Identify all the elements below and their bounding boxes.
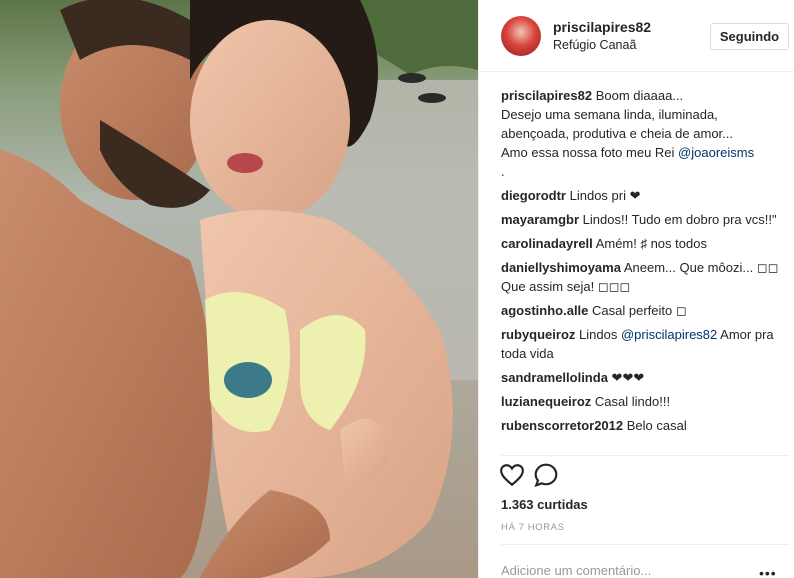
comment-username[interactable]: mayaramgbr xyxy=(501,212,579,227)
header-location[interactable]: Refúgio Canaã xyxy=(553,38,636,52)
comment-username[interactable]: daniellyshimoyama xyxy=(501,260,621,275)
caption-trailing: . xyxy=(501,164,505,179)
post-timestamp[interactable]: HÁ 7 HORAS xyxy=(501,522,565,533)
photo-illustration xyxy=(0,0,478,578)
comment-text: Casal lindo!!! xyxy=(594,394,671,409)
comment-item: rubenscorretor2012 Belo casal xyxy=(501,416,785,435)
comment-username[interactable]: rubenscorretor2012 xyxy=(501,418,623,433)
comment-input[interactable] xyxy=(501,561,751,578)
comment-item: luzianequeiroz Casal lindo!!! xyxy=(501,392,785,411)
like-count[interactable]: 1.363 curtidas xyxy=(501,497,588,512)
following-button[interactable]: Seguindo xyxy=(710,23,789,50)
caption-line: Boom diaaaa... xyxy=(595,88,684,103)
avatar[interactable] xyxy=(501,16,541,56)
comment-username[interactable]: luzianequeiroz xyxy=(501,394,591,409)
comment-username[interactable]: carolinadayrell xyxy=(501,236,593,251)
speech-bubble-icon[interactable] xyxy=(533,462,559,488)
comment-item: daniellyshimoyama Aneem... Que môozi... … xyxy=(501,258,785,296)
caption-line: abençoada, produtiva e cheia de amor... xyxy=(501,126,733,141)
caption-username[interactable]: priscilapires82 xyxy=(501,88,592,103)
post-sidebar: priscilapires82 Refúgio Canaã Seguindo p… xyxy=(478,0,794,578)
comment-item: diegorodtr Lindos pri ❤ xyxy=(501,186,785,205)
comment-text: Casal perfeito ◻ xyxy=(592,303,687,318)
comment-item: agostinho.alle Casal perfeito ◻ xyxy=(501,301,785,320)
comment-text: ❤❤❤ xyxy=(611,370,645,385)
comment-item: mayaramgbr Lindos!! Tudo em dobro pra vc… xyxy=(501,210,785,229)
comments-list: priscilapires82 Boom diaaaa... Desejo um… xyxy=(501,86,785,454)
caption-line: Desejo uma semana linda, iluminada, xyxy=(501,107,718,122)
comment-text: Lindos pri ❤ xyxy=(569,188,641,203)
post-header: priscilapires82 Refúgio Canaã Seguindo xyxy=(479,0,794,72)
comment-text: Lindos!! Tudo em dobro pra vcs!!" xyxy=(582,212,777,227)
comment-mention[interactable]: @priscilapires82 xyxy=(621,327,717,342)
comment-item: carolinadayrell Amém! ♯ nos todos xyxy=(501,234,785,253)
caption-line: Amo essa nossa foto meu Rei xyxy=(501,145,675,160)
caption-mention[interactable]: @joaoreisms xyxy=(678,145,754,160)
post-photo[interactable] xyxy=(0,0,478,578)
comment-username[interactable]: rubyqueiroz xyxy=(501,327,575,342)
divider xyxy=(501,544,789,545)
comment-username[interactable]: sandramellolinda xyxy=(501,370,608,385)
comment-text: Belo casal xyxy=(626,418,687,433)
caption: priscilapires82 Boom diaaaa... Desejo um… xyxy=(501,86,785,181)
comment-text: Lindos xyxy=(579,327,618,342)
comment-item: sandramellolinda ❤❤❤ xyxy=(501,368,785,387)
comment-username[interactable]: diegorodtr xyxy=(501,188,566,203)
more-options-icon[interactable]: ••• xyxy=(759,565,777,578)
divider xyxy=(501,455,789,456)
header-username[interactable]: priscilapires82 xyxy=(553,19,651,35)
heart-outline-icon[interactable] xyxy=(499,462,525,488)
comment-item: rubyqueiroz Lindos @priscilapires82 Amor… xyxy=(501,325,785,363)
comment-text: Amém! ♯ nos todos xyxy=(595,236,707,251)
comment-username[interactable]: agostinho.alle xyxy=(501,303,588,318)
